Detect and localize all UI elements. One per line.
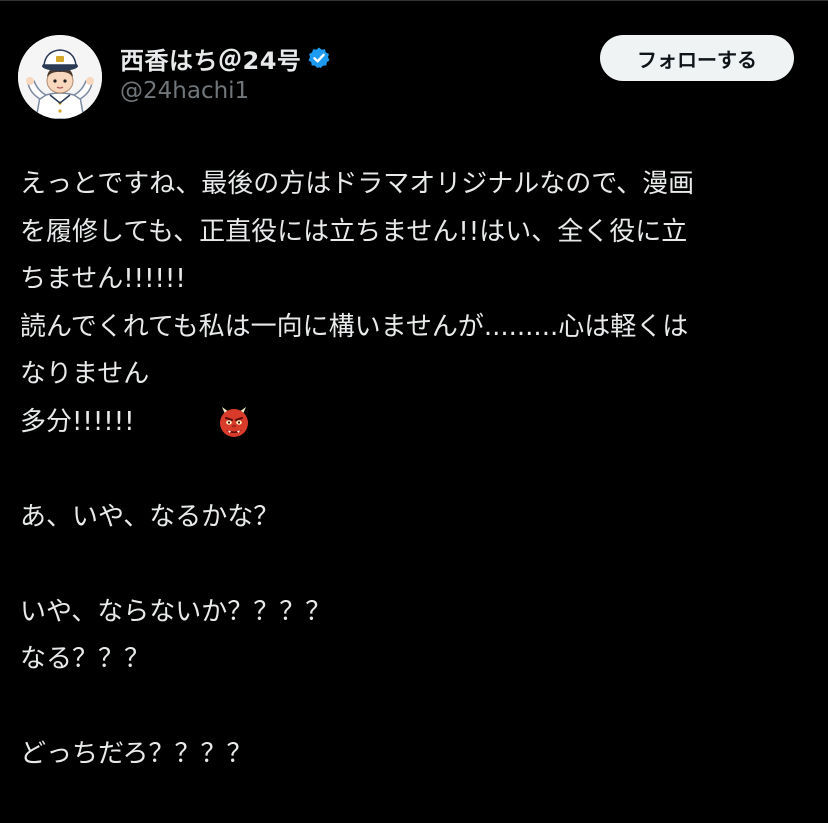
verified-badge-icon[interactable]	[307, 46, 331, 70]
oni-face-emoji-icon	[151, 358, 249, 438]
tweet-line: えっとですね、最後の方はドラマオリジナルなので、漫画	[20, 169, 695, 199]
follow-button[interactable]: フォローする	[600, 35, 794, 81]
avatar[interactable]	[18, 35, 102, 119]
tweet-line: を履修しても、正直役には立ちません!!はい、全く役に立	[20, 216, 688, 247]
tweet-line-with-emoji: なりません	[20, 351, 810, 438]
author-handle[interactable]: @24hachi1	[120, 78, 331, 104]
tweet-line: いや、ならないか？？？？	[20, 596, 332, 627]
tweet-line-text: なりません	[20, 359, 150, 389]
tweet-line: ちません!!!!!!	[20, 264, 186, 294]
display-name[interactable]: 西香はち＠24号	[120, 41, 301, 76]
tweet-header: 西香はち＠24号 @24hachi1 フォローする	[18, 33, 798, 123]
tweet-line: あ、いや、なるかな？	[20, 501, 280, 532]
tweet-line: どっちだろ？？？？	[20, 739, 253, 769]
author-names: 西香はち＠24号 @24hachi1	[120, 43, 331, 104]
tweet-line: 多分!!!!!!	[20, 406, 135, 437]
display-name-row[interactable]: 西香はち＠24号	[120, 41, 331, 76]
tweet-line: 読んでくれても私は一向に構いませんが.........心は軽くは	[20, 311, 689, 342]
tweet-line: なる？？？	[20, 644, 151, 674]
tweet-card: 西香はち＠24号 @24hachi1 フォローする えっとですね、最後の方はドラ…	[0, 0, 828, 823]
tweet-text: えっとですね、最後の方はドラマオリジナルなので、漫画 を履修しても、正直役には立…	[20, 161, 810, 779]
sailor-chef-avatar-icon	[18, 35, 102, 119]
